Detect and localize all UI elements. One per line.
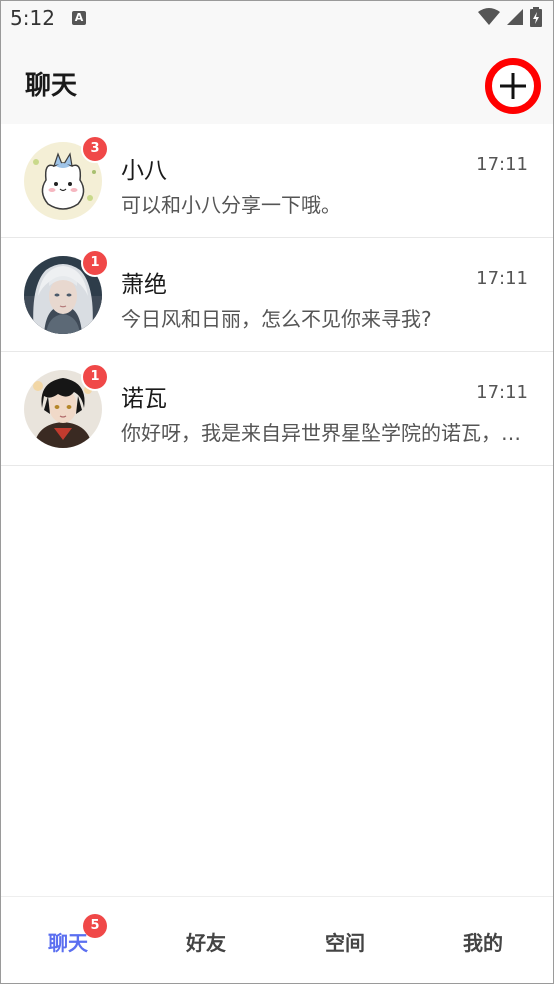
- chat-item-xiaoba[interactable]: 3 小八 17:11 可以和小八分享一下哦。: [0, 124, 554, 238]
- bottom-nav: 聊天 5 好友 空间 我的: [0, 896, 554, 985]
- status-time: 5:12: [10, 6, 55, 30]
- chat-list: 3 小八 17:11 可以和小八分享一下哦。 1 萧绝 17:11 今日风和日丽…: [0, 124, 554, 466]
- chat-name: 小八: [121, 158, 167, 184]
- battery-icon: [530, 7, 542, 27]
- tab-chat[interactable]: 聊天: [48, 927, 88, 956]
- chat-item-nuowa[interactable]: 1 诺瓦 17:11 你好呀，我是来自异世界星坠学院的诺瓦，很高兴认识你: [0, 352, 554, 466]
- chat-preview: 可以和小八分享一下哦。: [121, 193, 341, 217]
- tab-friends[interactable]: 好友: [186, 927, 226, 956]
- unread-badge: 1: [81, 363, 109, 391]
- chat-item-xiaojue[interactable]: 1 萧绝 17:11 今日风和日丽，怎么不见你来寻我?: [0, 238, 554, 352]
- unread-badge: 1: [81, 249, 109, 277]
- tab-chat-badge: 5: [83, 914, 107, 938]
- unread-badge: 3: [81, 135, 109, 163]
- page-title: 聊天: [25, 71, 78, 101]
- chat-time: 17:11: [476, 382, 528, 403]
- chat-name: 萧绝: [121, 272, 167, 298]
- chat-time: 17:11: [476, 154, 528, 175]
- tab-space[interactable]: 空间: [325, 927, 365, 956]
- app-header: 聊天: [0, 38, 554, 124]
- status-icons: [478, 7, 542, 27]
- tab-me[interactable]: 我的: [463, 927, 503, 956]
- wifi-icon: [478, 8, 500, 25]
- chat-name: 诺瓦: [121, 386, 167, 412]
- status-bar: 5:12 A: [0, 0, 554, 38]
- add-button[interactable]: [485, 58, 541, 114]
- chat-preview: 今日风和日丽，怎么不见你来寻我?: [121, 307, 432, 331]
- chat-preview: 你好呀，我是来自异世界星坠学院的诺瓦，很高兴认识你: [121, 421, 526, 445]
- chat-time: 17:11: [476, 268, 528, 289]
- plus-icon: [500, 73, 526, 99]
- signal-icon: [507, 9, 523, 25]
- notification-icon: A: [72, 11, 86, 25]
